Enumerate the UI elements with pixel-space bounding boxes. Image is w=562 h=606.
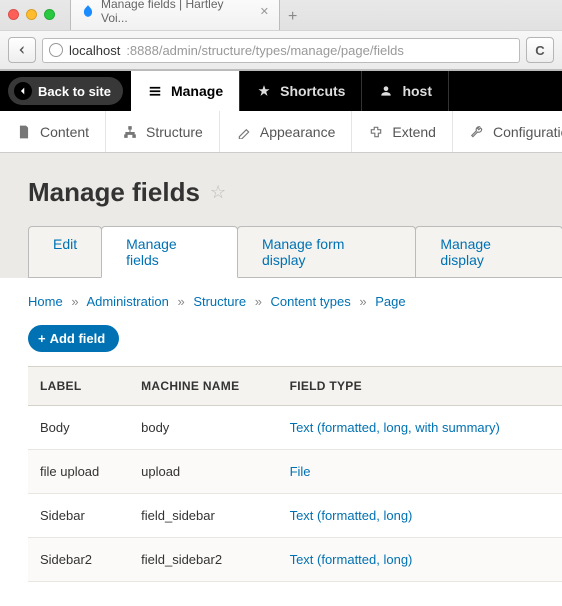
subnav-extend-label: Extend [392,124,436,140]
traffic-lights [8,9,55,20]
toolbar-user-label: host [402,83,432,99]
cell-machine-name: field_sidebar [129,494,277,538]
cell-label: file upload [28,450,129,494]
breadcrumb-page[interactable]: Page [375,294,405,309]
add-field-button[interactable]: + Add field [28,325,119,352]
window-close-button[interactable] [8,9,19,20]
table-row: Bodybody Text (formatted, long, with summ… [28,406,562,450]
back-to-site-button[interactable]: Back to site [8,77,123,105]
subnav-content-label: Content [40,124,89,140]
breadcrumb-sep: » [71,294,78,309]
cell-field-type: Text (formatted, long) [278,494,562,538]
tab-close-icon[interactable]: ✕ [260,5,269,18]
subnav-content[interactable]: Content [0,111,106,152]
cell-label: Sidebar [28,494,129,538]
cell-label: Body [28,406,129,450]
page-header-region: Manage fields ☆ Edit Manage fields Manag… [0,153,562,278]
toolbar-user[interactable]: host [362,71,449,111]
breadcrumb-structure[interactable]: Structure [193,294,246,309]
toolbar-manage-label: Manage [171,83,223,99]
breadcrumb-sep: » [359,294,366,309]
drupal-favicon-icon [81,4,95,18]
fields-table: LABEL MACHINE NAME FIELD TYPE Bodybody Te… [28,366,562,582]
toolbar-shortcuts[interactable]: Shortcuts [240,71,362,111]
user-icon [378,83,394,99]
breadcrumb-content-types[interactable]: Content types [271,294,351,309]
new-tab-button[interactable]: + [288,8,297,30]
field-type-link[interactable]: Text (formatted, long, with summary) [290,420,500,435]
tab-manage-display[interactable]: Manage display [415,226,562,277]
back-to-site-label: Back to site [38,84,111,99]
url-path: :8888/admin/structure/types/manage/page/… [126,43,404,58]
browser-reload-button[interactable]: C [526,37,554,63]
document-icon [16,124,32,140]
browser-tab-title: Manage fields | Hartley Voi... [101,0,250,25]
subnav-structure[interactable]: Structure [106,111,220,152]
cell-machine-name: field_sidebar2 [129,538,277,582]
globe-icon [49,43,63,57]
cell-field-type: Text (formatted, long) [278,538,562,582]
subnav-appearance-label: Appearance [260,124,336,140]
appearance-icon [236,124,252,140]
star-icon [256,83,272,99]
cell-field-type: File [278,450,562,494]
col-machine-name: MACHINE NAME [129,367,277,406]
cell-field-type: Text (formatted, long, with summary) [278,406,562,450]
breadcrumb-sep: » [255,294,262,309]
favorite-star-icon[interactable]: ☆ [210,182,226,203]
toolbar-manage[interactable]: Manage [131,71,240,111]
plus-icon: + [38,331,46,346]
subnav-configuration-label: Configuration [493,124,562,140]
field-type-link[interactable]: Text (formatted, long) [290,508,413,523]
subnav-configuration[interactable]: Configuration [453,111,562,152]
field-type-link[interactable]: Text (formatted, long) [290,552,413,567]
browser-chrome: Manage fields | Hartley Voi... ✕ + local… [0,0,562,71]
puzzle-icon [368,124,384,140]
hamburger-icon [147,83,163,99]
structure-icon [122,124,138,140]
admin-toolbar: Back to site Manage Shortcuts host [0,71,562,111]
chevron-left-icon [14,82,32,100]
tab-manage-form-display[interactable]: Manage form display [237,226,416,277]
subnav-extend[interactable]: Extend [352,111,453,152]
browser-address-bar: localhost :8888/admin/structure/types/man… [0,30,562,70]
breadcrumb: Home » Administration » Structure » Cont… [0,278,562,309]
subnav-structure-label: Structure [146,124,203,140]
subnav-appearance[interactable]: Appearance [220,111,353,152]
cell-machine-name: body [129,406,277,450]
table-row: Sidebar2field_sidebar2 Text (formatted, l… [28,538,562,582]
cell-label: Sidebar2 [28,538,129,582]
col-label: LABEL [28,367,129,406]
breadcrumb-home[interactable]: Home [28,294,63,309]
breadcrumb-admin[interactable]: Administration [86,294,168,309]
tab-manage-fields[interactable]: Manage fields [101,226,238,278]
tab-edit[interactable]: Edit [28,226,102,277]
table-row: Sidebarfield_sidebar Text (formatted, lon… [28,494,562,538]
browser-tab[interactable]: Manage fields | Hartley Voi... ✕ [70,0,280,30]
window-zoom-button[interactable] [44,9,55,20]
page-title: Manage fields [28,177,200,208]
primary-tabs: Edit Manage fields Manage form display M… [28,226,562,278]
url-host: localhost [69,43,120,58]
address-input[interactable]: localhost :8888/admin/structure/types/man… [42,38,520,63]
wrench-icon [469,124,485,140]
toolbar-shortcuts-label: Shortcuts [280,83,345,99]
table-row: file uploadupload File [28,450,562,494]
browser-tab-bar: Manage fields | Hartley Voi... ✕ + [0,2,562,30]
col-field-type: FIELD TYPE [278,367,562,406]
breadcrumb-sep: » [177,294,184,309]
cell-machine-name: upload [129,450,277,494]
browser-back-button[interactable] [8,37,36,63]
admin-subnav: Content Structure Appearance Extend Conf… [0,111,562,153]
add-field-label: Add field [50,331,106,346]
window-minimize-button[interactable] [26,9,37,20]
field-type-link[interactable]: File [290,464,311,479]
